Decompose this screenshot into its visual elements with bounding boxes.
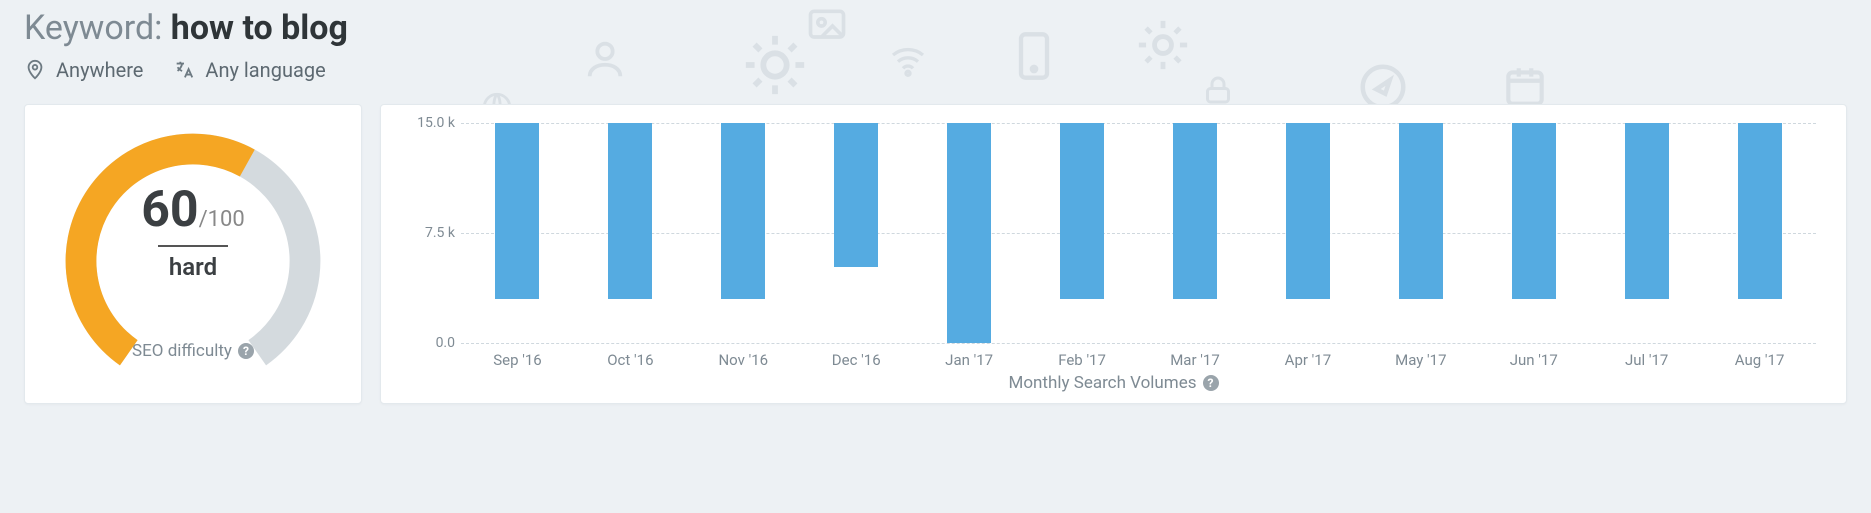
score-divider: [158, 245, 228, 247]
bar[interactable]: [495, 123, 539, 299]
x-tick: Jan '17: [945, 351, 993, 369]
page-title: Keyword: how to blog: [24, 8, 1847, 48]
difficulty-label: hard: [169, 253, 217, 281]
y-tick: 15.0 k: [399, 115, 455, 131]
y-tick: 0.0: [399, 335, 455, 351]
bar[interactable]: [1173, 123, 1217, 299]
score-value: 60: [141, 181, 198, 239]
bar[interactable]: [1286, 123, 1330, 299]
language-label: Any language: [205, 58, 325, 82]
bar[interactable]: [834, 123, 878, 267]
pin-icon: [24, 59, 46, 81]
gauge: 60/100 hard: [53, 121, 333, 341]
bar-slot: Jan '17: [913, 123, 1026, 343]
bar-slot: Dec '16: [800, 123, 913, 343]
chart-caption-text: Monthly Search Volumes: [1008, 373, 1196, 393]
bar[interactable]: [947, 123, 991, 343]
x-tick: Feb '17: [1058, 351, 1106, 369]
x-tick: Oct '16: [607, 351, 653, 369]
gauge-center: 60/100 hard: [53, 121, 333, 341]
language-icon: [173, 59, 195, 81]
x-tick: Jun '17: [1510, 351, 1558, 369]
gridline: [461, 343, 1816, 344]
bar[interactable]: [1625, 123, 1669, 299]
chart-caption: Monthly Search Volumes ?: [381, 373, 1846, 393]
header: Keyword: how to blog Anywhere Any langua…: [24, 0, 1847, 82]
bar-slot: Apr '17: [1251, 123, 1364, 343]
x-tick: Apr '17: [1285, 351, 1332, 369]
help-icon[interactable]: ?: [1203, 375, 1219, 391]
bar-slot: Jun '17: [1477, 123, 1590, 343]
bar-slot: Aug '17: [1703, 123, 1816, 343]
bar-slot: Feb '17: [1026, 123, 1139, 343]
x-tick: Mar '17: [1170, 351, 1220, 369]
x-tick: Aug '17: [1735, 351, 1785, 369]
chart-panel: 0.07.5 k15.0 kSep '16Oct '16Nov '16Dec '…: [380, 104, 1847, 404]
bar[interactable]: [1399, 123, 1443, 299]
filters: Anywhere Any language: [24, 58, 1847, 82]
bars: Sep '16Oct '16Nov '16Dec '16Jan '17Feb '…: [461, 123, 1816, 343]
score-max: /100: [199, 207, 245, 232]
chart-area: 0.07.5 k15.0 kSep '16Oct '16Nov '16Dec '…: [461, 123, 1816, 343]
bar-slot: Sep '16: [461, 123, 574, 343]
bar[interactable]: [1512, 123, 1556, 299]
x-tick: Nov '16: [718, 351, 768, 369]
bar[interactable]: [608, 123, 652, 299]
bar[interactable]: [721, 123, 765, 299]
location-filter[interactable]: Anywhere: [24, 58, 143, 82]
bar-slot: May '17: [1364, 123, 1477, 343]
panels-row: 60/100 hard SEO difficulty ? 0.07.5 k15.…: [24, 104, 1847, 404]
title-prefix: Keyword:: [24, 8, 171, 48]
language-filter[interactable]: Any language: [173, 58, 325, 82]
bar-slot: Mar '17: [1139, 123, 1252, 343]
score: 60/100: [141, 181, 245, 239]
location-label: Anywhere: [56, 58, 143, 82]
x-tick: Sep '16: [493, 351, 542, 369]
x-tick: May '17: [1395, 351, 1446, 369]
keyword: how to blog: [171, 8, 348, 48]
bar-slot: Oct '16: [574, 123, 687, 343]
gauge-panel: 60/100 hard SEO difficulty ?: [24, 104, 362, 404]
bar-slot: Nov '16: [687, 123, 800, 343]
x-tick: Jul '17: [1625, 351, 1668, 369]
y-tick: 7.5 k: [399, 225, 455, 241]
bar-slot: Jul '17: [1590, 123, 1703, 343]
bar[interactable]: [1738, 123, 1782, 299]
bar[interactable]: [1060, 123, 1104, 299]
x-tick: Dec '16: [832, 351, 881, 369]
